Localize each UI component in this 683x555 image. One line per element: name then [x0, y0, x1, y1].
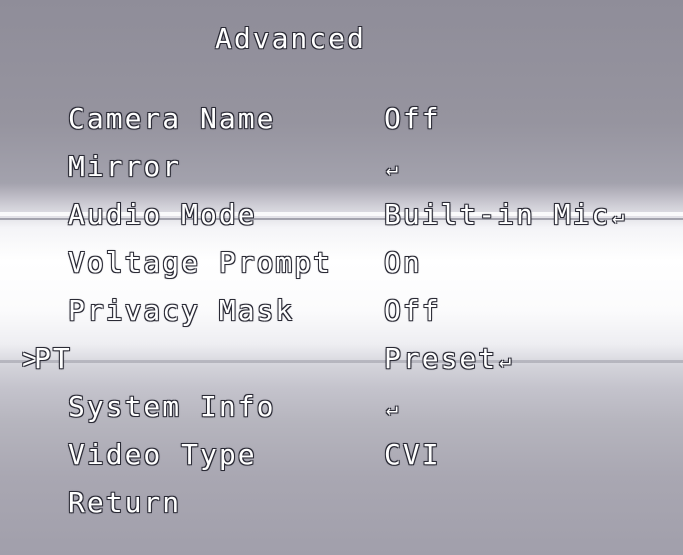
enter-icon: ↵ [612, 204, 627, 228]
menu-item-value: Built-in Mic ↵ [384, 198, 627, 231]
menu-item-value: ↵ [384, 390, 400, 423]
menu-item-value: Off [384, 102, 441, 135]
menu-item-label: Audio Mode [68, 198, 257, 231]
menu-item-label: Video Type [68, 438, 257, 471]
menu-item-system-info[interactable]: System Info ↵ [0, 388, 683, 436]
menu-item-value: ↵ [384, 150, 400, 183]
menu-item-pt[interactable]: > PT Preset ↵ [0, 340, 683, 388]
menu-item-value: On [384, 246, 422, 279]
menu-item-audio-mode[interactable]: Audio Mode Built-in Mic ↵ [0, 196, 683, 244]
menu-item-label: Return [68, 486, 182, 519]
menu-title: Advanced [215, 22, 366, 55]
menu-item-voltage-prompt[interactable]: Voltage Prompt On [0, 244, 683, 292]
menu-item-label: System Info [68, 390, 276, 423]
menu-item-label: Privacy Mask [68, 294, 295, 327]
enter-icon: ↵ [386, 396, 401, 420]
menu-item-camera-name[interactable]: Camera Name Off [0, 100, 683, 148]
menu-item-value: Off [384, 294, 441, 327]
menu-item-value [384, 486, 386, 519]
menu-item-label: Camera Name [68, 102, 276, 135]
menu-item-label: PT [34, 342, 72, 375]
enter-icon: ↵ [499, 348, 514, 372]
osd-menu: Camera Name Off Mirror ↵ Audio Mode Buil… [0, 100, 683, 532]
menu-item-label: Mirror [68, 150, 182, 183]
menu-item-video-type[interactable]: Video Type CVI [0, 436, 683, 484]
menu-item-label: Voltage Prompt [68, 246, 333, 279]
enter-icon: ↵ [386, 156, 401, 180]
menu-item-privacy-mask[interactable]: Privacy Mask Off [0, 292, 683, 340]
menu-item-return[interactable]: Return [0, 484, 683, 532]
menu-item-mirror[interactable]: Mirror ↵ [0, 148, 683, 196]
menu-item-value: Preset ↵ [384, 342, 514, 375]
menu-item-value: CVI [384, 438, 441, 471]
